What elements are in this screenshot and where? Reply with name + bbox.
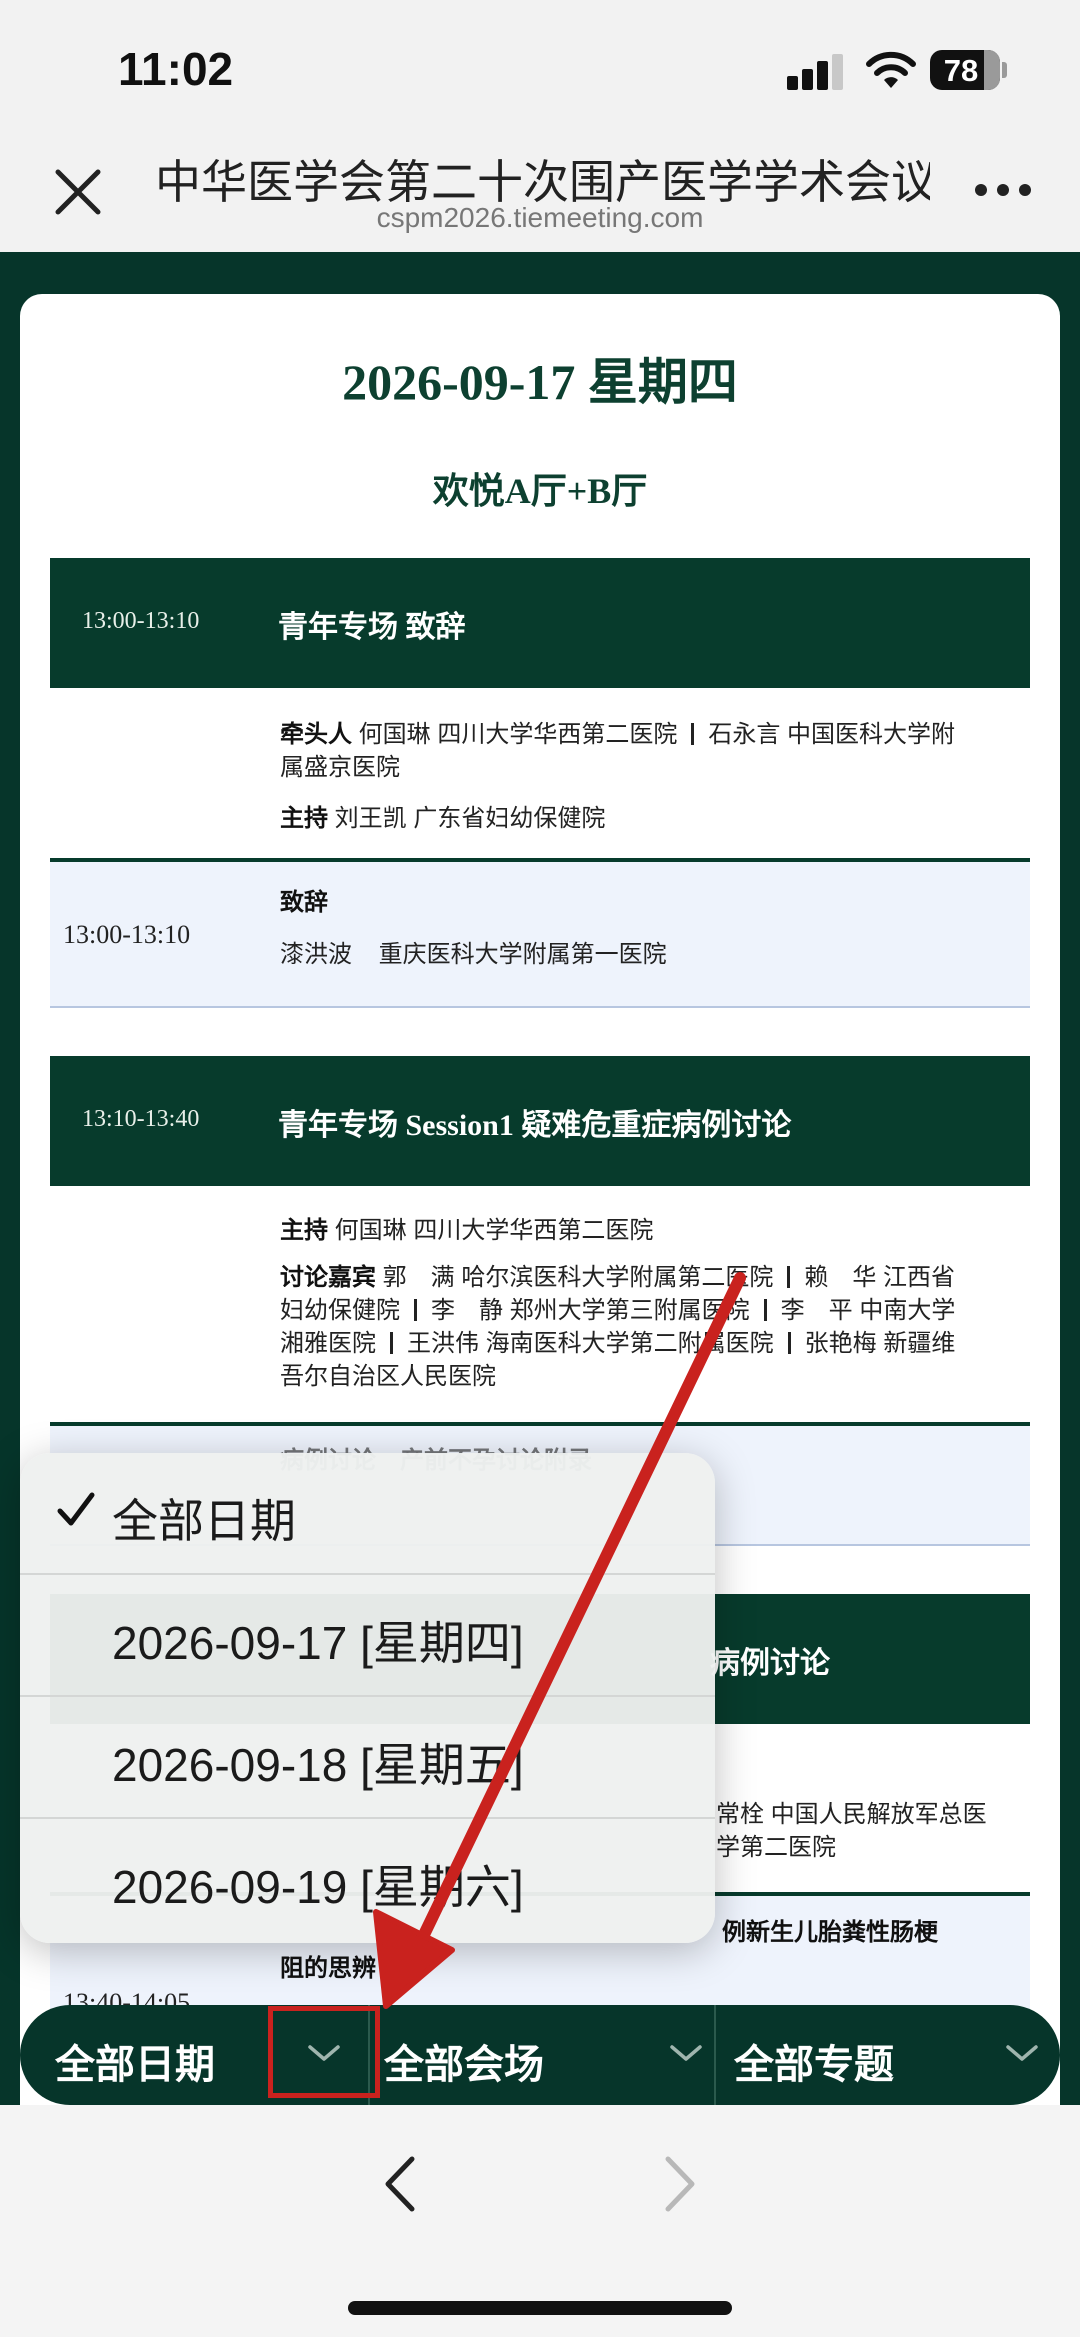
browser-toolbar	[0, 2105, 1080, 2337]
forward-arrow-icon[interactable]	[660, 2153, 700, 2215]
dropdown-option[interactable]: 2026-09-17 [星期四]	[20, 1575, 715, 1697]
chevron-down-icon[interactable]	[668, 2041, 704, 2065]
battery-icon: 78	[930, 50, 1008, 90]
section-time: 13:00-13:10	[82, 608, 200, 634]
section-title: 青年专场 Session1 疑难危重症病例讨论	[278, 1109, 792, 1142]
dropdown-option-label: 2026-09-18 [星期五]	[112, 1739, 524, 1791]
hall-heading: 欢悦A厅+B厅	[432, 471, 648, 511]
cellular-signal-icon	[787, 54, 843, 90]
back-arrow-icon[interactable]	[380, 2153, 420, 2215]
section-organizers: 常栓 中国人民解放军总医 学第二医院	[716, 1801, 987, 1861]
section-organizers: 主持 何国琳 四川大学华西第二医院 讨论嘉宾 郭 满 哈尔滨医科大学附属第二医院…	[280, 1217, 956, 1390]
dropdown-option-label: 2026-09-19 [星期六]	[112, 1861, 524, 1913]
venue-filter-label: 全部会场	[384, 2043, 544, 2087]
dropdown-option[interactable]: 全部日期	[20, 1453, 715, 1575]
talk-speaker: 漆洪波 重庆医科大学附属第一医院	[280, 941, 667, 968]
date-dropdown-menu: 全部日期 2026-09-17 [星期四] 2026-09-18 [星期五] 2…	[20, 1453, 715, 1943]
talk-row[interactable]: 13:00-13:10 致辞 漆洪波 重庆医科大学附属第一医院	[50, 858, 1030, 1008]
dropdown-option-label: 2026-09-17 [星期四]	[112, 1617, 524, 1669]
talk-title: 阻的思辨	[280, 1955, 376, 1982]
filter-bar: 全部日期 全部会场 全部专题	[20, 2005, 1060, 2105]
chevron-down-icon[interactable]	[1004, 2041, 1040, 2065]
section-organizers: 牵头人 何国琳 四川大学华西第二医院 石永言 中国医科大学附 属盛京医院 主持 刘…	[280, 721, 956, 832]
topic-filter-label: 全部专题	[734, 2043, 894, 2087]
date-heading: 2026-09-17 星期四	[342, 354, 738, 410]
talk-time: 13:00-13:10	[63, 920, 191, 949]
section-title: 病例讨论	[710, 1647, 830, 1680]
dropdown-option[interactable]: 2026-09-19 [星期六]	[20, 1819, 715, 1941]
page-url: cspm2026.tiemeeting.com	[376, 202, 704, 233]
date-filter-label: 全部日期	[55, 2043, 215, 2087]
status-time: 11:02	[118, 43, 234, 95]
checkmark-icon	[57, 1492, 95, 1526]
talk-title: 例新生儿胎粪性肠梗	[722, 1919, 938, 1946]
talk-title: 致辞	[280, 889, 328, 916]
more-options-icon[interactable]	[975, 184, 1031, 200]
wifi-icon	[866, 51, 916, 88]
battery-level: 78	[943, 53, 979, 88]
status-bar: 11:02 78	[0, 0, 1080, 140]
venue-filter[interactable]: 全部会场	[368, 2005, 715, 2105]
browser-header: 中华医学会第二十次围产医学学术会议 cspm2026.tiemeeting.co…	[0, 140, 1080, 252]
home-indicator	[348, 2301, 732, 2315]
section-title: 青年专场 致辞	[278, 611, 466, 644]
annotation-highlight-box	[268, 2006, 380, 2098]
dropdown-option-label: 全部日期	[112, 1495, 296, 1547]
section-header[interactable]: 13:00-13:10 青年专场 致辞	[50, 558, 1030, 688]
dropdown-option[interactable]: 2026-09-18 [星期五]	[20, 1697, 715, 1819]
section-time: 13:10-13:40	[82, 1106, 200, 1132]
topic-filter[interactable]: 全部专题	[714, 2005, 1060, 2105]
section-header[interactable]: 13:10-13:40 青年专场 Session1 疑难危重症病例讨论	[50, 1056, 1030, 1186]
